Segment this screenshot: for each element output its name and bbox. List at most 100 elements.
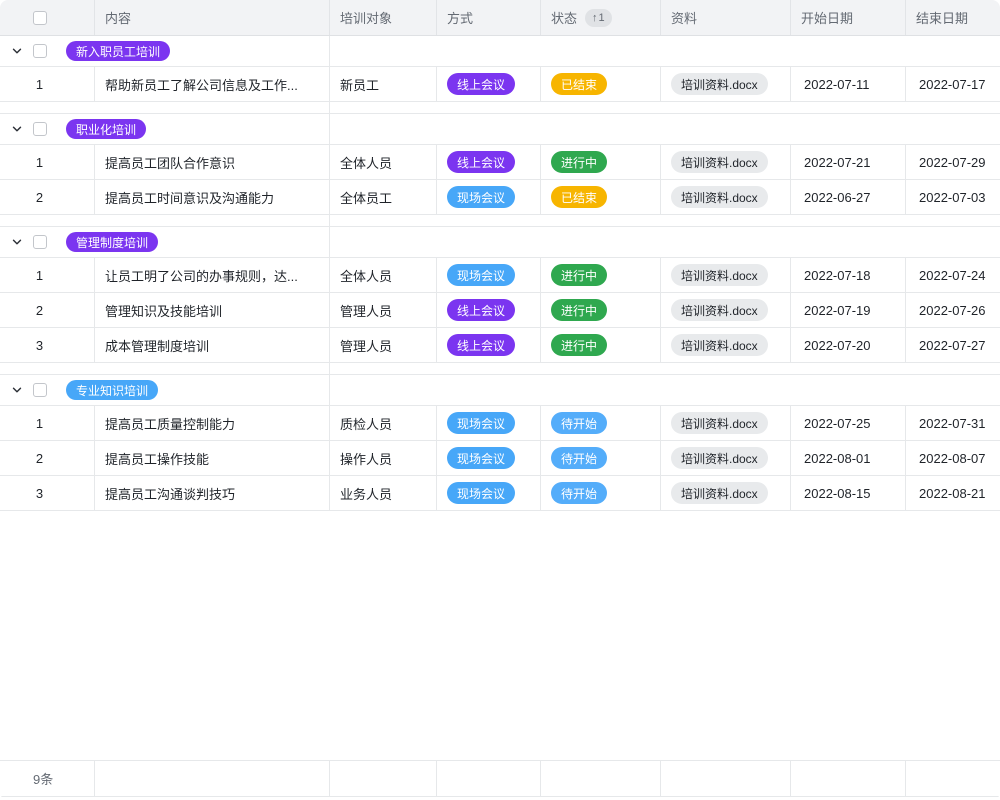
group-header-row: 职业化培训 (0, 114, 1000, 145)
column-header-material[interactable]: 资料 (661, 0, 791, 35)
cell-start-date[interactable]: 2022-08-01 (791, 441, 906, 475)
cell-method[interactable]: 现场会议 (437, 406, 541, 440)
cell-target[interactable]: 管理人员 (330, 328, 437, 362)
row-index-cell[interactable]: 1 (0, 67, 95, 101)
cell-status[interactable]: 已结束 (541, 180, 661, 214)
footer-cell (330, 761, 437, 796)
cell-status[interactable]: 进行中 (541, 258, 661, 292)
cell-method[interactable]: 线上会议 (437, 67, 541, 101)
cell-end-date[interactable]: 2022-07-31 (906, 406, 1000, 440)
cell-target[interactable]: 管理人员 (330, 293, 437, 327)
cell-target[interactable]: 全体人员 (330, 145, 437, 179)
row-index-cell[interactable]: 2 (0, 441, 95, 475)
cell-material[interactable]: 培训资料.docx (661, 441, 791, 475)
cell-target[interactable]: 全体员工 (330, 180, 437, 214)
cell-method[interactable]: 线上会议 (437, 145, 541, 179)
cell-content[interactable]: 提高员工时间意识及沟通能力 (95, 180, 330, 214)
chevron-down-icon[interactable] (11, 384, 25, 396)
group-checkbox[interactable] (33, 235, 47, 249)
sort-badge[interactable]: ↑ 1 (585, 9, 612, 27)
cell-status[interactable]: 待开始 (541, 476, 661, 510)
cell-start-date[interactable]: 2022-06-27 (791, 180, 906, 214)
cell-method[interactable]: 现场会议 (437, 258, 541, 292)
cell-start-date[interactable]: 2022-07-11 (791, 67, 906, 101)
chevron-down-icon[interactable] (11, 123, 25, 135)
cell-target[interactable]: 全体人员 (330, 258, 437, 292)
cell-start-date[interactable]: 2022-07-21 (791, 145, 906, 179)
cell-method[interactable]: 现场会议 (437, 180, 541, 214)
cell-target[interactable]: 业务人员 (330, 476, 437, 510)
cell-material[interactable]: 培训资料.docx (661, 328, 791, 362)
cell-end-date[interactable]: 2022-07-03 (906, 180, 1000, 214)
row-index-cell[interactable]: 2 (0, 180, 95, 214)
cell-target[interactable]: 新员工 (330, 67, 437, 101)
cell-target[interactable]: 质检人员 (330, 406, 437, 440)
table-row: 2提高员工时间意识及沟通能力全体员工现场会议已结束培训资料.docx2022-0… (0, 180, 1000, 215)
column-header-method[interactable]: 方式 (437, 0, 541, 35)
cell-content[interactable]: 提高员工操作技能 (95, 441, 330, 475)
cell-content[interactable]: 成本管理制度培训 (95, 328, 330, 362)
cell-start-date[interactable]: 2022-07-25 (791, 406, 906, 440)
cell-status[interactable]: 进行中 (541, 145, 661, 179)
record-count: 9条 (0, 761, 95, 796)
group-checkbox[interactable] (33, 383, 47, 397)
cell-content[interactable]: 提高员工沟通谈判技巧 (95, 476, 330, 510)
column-header-start[interactable]: 开始日期 (791, 0, 906, 35)
cell-end-date[interactable]: 2022-07-17 (906, 67, 1000, 101)
group-name-badge[interactable]: 专业知识培训 (66, 380, 158, 400)
cell-material[interactable]: 培训资料.docx (661, 180, 791, 214)
group-name-badge[interactable]: 管理制度培训 (66, 232, 158, 252)
cell-target[interactable]: 操作人员 (330, 441, 437, 475)
row-index-cell[interactable]: 1 (0, 258, 95, 292)
group-checkbox[interactable] (33, 122, 47, 136)
cell-material[interactable]: 培训资料.docx (661, 293, 791, 327)
cell-end-date[interactable]: 2022-07-26 (906, 293, 1000, 327)
cell-method[interactable]: 现场会议 (437, 441, 541, 475)
cell-status[interactable]: 进行中 (541, 293, 661, 327)
method-tag: 线上会议 (447, 334, 515, 356)
cell-content[interactable]: 提高员工团队合作意识 (95, 145, 330, 179)
cell-end-date[interactable]: 2022-07-24 (906, 258, 1000, 292)
cell-material[interactable]: 培训资料.docx (661, 406, 791, 440)
select-all-checkbox[interactable] (33, 11, 47, 25)
cell-material[interactable]: 培训资料.docx (661, 145, 791, 179)
group-name-badge[interactable]: 新入职员工培训 (66, 41, 170, 61)
cell-end-date[interactable]: 2022-07-29 (906, 145, 1000, 179)
cell-end-date[interactable]: 2022-08-21 (906, 476, 1000, 510)
cell-status[interactable]: 已结束 (541, 67, 661, 101)
cell-content[interactable]: 让员工明了公司的办事规则，达... (95, 258, 330, 292)
row-index-cell[interactable]: 3 (0, 328, 95, 362)
cell-status[interactable]: 进行中 (541, 328, 661, 362)
group-name-badge[interactable]: 职业化培训 (66, 119, 146, 139)
chevron-down-icon[interactable] (11, 236, 25, 248)
column-header-content[interactable]: 内容 (95, 0, 330, 35)
cell-material[interactable]: 培训资料.docx (661, 67, 791, 101)
method-tag: 现场会议 (447, 447, 515, 469)
cell-end-date[interactable]: 2022-08-07 (906, 441, 1000, 475)
cell-material[interactable]: 培训资料.docx (661, 258, 791, 292)
row-index-cell[interactable]: 2 (0, 293, 95, 327)
cell-status[interactable]: 待开始 (541, 406, 661, 440)
row-index-cell[interactable]: 3 (0, 476, 95, 510)
cell-start-date[interactable]: 2022-07-19 (791, 293, 906, 327)
cell-content[interactable]: 管理知识及技能培训 (95, 293, 330, 327)
cell-start-date[interactable]: 2022-08-15 (791, 476, 906, 510)
cell-content[interactable]: 帮助新员工了解公司信息及工作... (95, 67, 330, 101)
cell-method[interactable]: 线上会议 (437, 328, 541, 362)
cell-start-date[interactable]: 2022-07-20 (791, 328, 906, 362)
group-checkbox[interactable] (33, 44, 47, 58)
cell-status[interactable]: 待开始 (541, 441, 661, 475)
row-index-cell[interactable]: 1 (0, 145, 95, 179)
cell-method[interactable]: 线上会议 (437, 293, 541, 327)
column-header-target[interactable]: 培训对象 (330, 0, 437, 35)
cell-start-date[interactable]: 2022-07-18 (791, 258, 906, 292)
column-header-end[interactable]: 结束日期 (906, 0, 1000, 35)
cell-end-date[interactable]: 2022-07-27 (906, 328, 1000, 362)
row-index-cell[interactable]: 1 (0, 406, 95, 440)
cell-material[interactable]: 培训资料.docx (661, 476, 791, 510)
column-header-status[interactable]: 状态 ↑ 1 (541, 0, 661, 35)
header-select-cell[interactable] (0, 0, 95, 35)
cell-method[interactable]: 现场会议 (437, 476, 541, 510)
cell-content[interactable]: 提高员工质量控制能力 (95, 406, 330, 440)
chevron-down-icon[interactable] (11, 45, 25, 57)
